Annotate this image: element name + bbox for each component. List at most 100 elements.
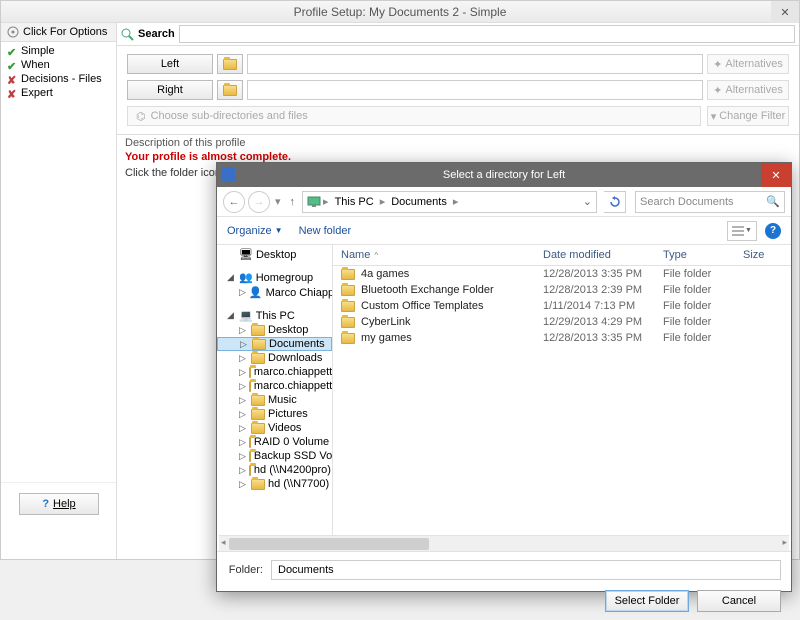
dialog-close-button[interactable]: ✕ (761, 163, 791, 187)
file-row[interactable]: Custom Office Templates1/11/2014 7:13 PM… (333, 298, 791, 314)
view-mode-button[interactable]: ▼ (727, 221, 757, 241)
tree-item[interactable]: ◢💻This PC (217, 308, 332, 323)
tree-item[interactable]: ▷hd (\\N4200pro) ( (217, 463, 332, 477)
file-type: File folder (663, 284, 743, 296)
right-folder-button[interactable] (217, 80, 243, 100)
tree-item[interactable]: ▷Documents (217, 337, 332, 351)
collapse-icon[interactable]: ◢ (227, 272, 236, 283)
tree-item[interactable]: 🖥Desktop (217, 247, 332, 262)
alternatives-icon: ✦ (713, 84, 722, 97)
new-folder-button[interactable]: New folder (299, 225, 352, 237)
refresh-button[interactable] (604, 191, 626, 213)
tree-item[interactable]: ▷marco.chiappetta (217, 379, 332, 393)
column-type[interactable]: Type (663, 249, 743, 261)
expand-icon[interactable]: ▷ (239, 395, 248, 406)
left-alternatives-button[interactable]: ✦Alternatives (707, 54, 789, 74)
right-button[interactable]: Right (127, 80, 213, 100)
select-directory-dialog: Select a directory for Left ✕ ← → ▾ ↑ ▸ … (216, 162, 792, 592)
folder-icon (223, 85, 237, 96)
file-date: 1/11/2014 7:13 PM (543, 300, 663, 312)
column-name[interactable]: Name^ (341, 249, 543, 261)
choose-subdirs-button[interactable]: ⌬ Choose sub-directories and files (127, 106, 701, 126)
left-path-input[interactable] (247, 54, 703, 74)
sidebar-header[interactable]: Click For Options (1, 23, 116, 42)
expand-icon[interactable]: ▷ (239, 353, 248, 364)
help-button[interactable]: ? Help (19, 493, 99, 515)
folder-icon (249, 437, 251, 448)
tree-item[interactable]: ▷Backup SSD Volum (217, 449, 332, 463)
dialog-search-input[interactable]: Search Documents 🔍 (635, 191, 785, 213)
expand-icon[interactable]: ▷ (239, 423, 248, 434)
tree-item[interactable]: ▷👤Marco Chiappetta (217, 285, 332, 300)
expand-icon[interactable]: ▷ (239, 409, 248, 420)
expand-icon[interactable]: ▷ (239, 479, 248, 490)
expand-icon[interactable]: ▷ (240, 339, 249, 350)
file-type: File folder (663, 268, 743, 280)
folder-icon (251, 479, 265, 490)
expand-icon[interactable]: ▷ (239, 437, 246, 448)
tree-item[interactable]: ▷Music (217, 393, 332, 407)
file-date: 12/29/2013 4:29 PM (543, 316, 663, 328)
collapse-icon[interactable]: ◢ (227, 310, 236, 321)
dropdown-history-icon[interactable]: ▾ (273, 195, 283, 208)
folder-tree[interactable]: 🖥Desktop ◢👥Homegroup▷👤Marco Chiappetta ◢💻T… (217, 245, 333, 535)
file-type: File folder (663, 316, 743, 328)
column-date[interactable]: Date modified (543, 249, 663, 261)
tree-item[interactable]: ▷Pictures (217, 407, 332, 421)
file-row[interactable]: 4a games12/28/2013 3:35 PMFile folder (333, 266, 791, 282)
forward-button[interactable]: → (248, 191, 270, 213)
up-button[interactable]: ↑ (286, 196, 300, 208)
file-name: Bluetooth Exchange Folder (361, 284, 494, 296)
tree-item[interactable]: ◢👥Homegroup (217, 270, 332, 285)
select-folder-button[interactable]: Select Folder (605, 590, 689, 612)
left-button[interactable]: Left (127, 54, 213, 74)
change-filter-button[interactable]: ▾ Change Filter (707, 106, 789, 126)
search-icon: 🔍 (766, 195, 780, 208)
scroll-right-icon[interactable]: ▸ (782, 537, 787, 548)
breadcrumb-segment[interactable]: This PC (331, 196, 378, 208)
search-input[interactable] (179, 25, 795, 43)
right-alternatives-button[interactable]: ✦Alternatives (707, 80, 789, 100)
breadcrumb[interactable]: ▸ This PC ▸ Documents ▸ ⌄ (302, 191, 597, 213)
x-icon: ✘ (7, 88, 17, 98)
folder-icon (341, 285, 355, 296)
file-row[interactable]: my games12/28/2013 3:35 PMFile folder (333, 330, 791, 346)
expand-icon[interactable]: ▷ (239, 367, 246, 378)
expand-icon[interactable]: ▷ (239, 325, 248, 336)
expand-icon[interactable]: ▷ (239, 381, 246, 392)
tree-item[interactable]: ▷RAID 0 Volume (C (217, 435, 332, 449)
expand-icon[interactable]: ▷ (239, 287, 246, 298)
main-close-button[interactable]: ✕ (771, 1, 799, 23)
back-button[interactable]: ← (223, 191, 245, 213)
expand-icon[interactable]: ▷ (239, 465, 246, 476)
sidebar-item[interactable]: ✔When (5, 58, 112, 72)
scrollbar-thumb[interactable] (229, 538, 429, 550)
file-row[interactable]: Bluetooth Exchange Folder12/28/2013 2:39… (333, 282, 791, 298)
tree-item[interactable]: ▷hd (\\N7700) (217, 477, 332, 491)
left-folder-button[interactable] (217, 54, 243, 74)
cancel-button[interactable]: Cancel (697, 590, 781, 612)
right-path-input[interactable] (247, 80, 703, 100)
scroll-left-icon[interactable]: ◂ (221, 537, 226, 548)
organize-menu[interactable]: Organize ▼ (227, 225, 283, 237)
tree-item[interactable]: ▷Downloads (217, 351, 332, 365)
dialog-title: Select a directory for Left (443, 169, 565, 181)
alternatives-icon: ✦ (713, 58, 722, 71)
breadcrumb-dropdown-icon[interactable]: ⌄ (583, 195, 592, 208)
file-date: 12/28/2013 3:35 PM (543, 268, 663, 280)
tree-item[interactable]: ▷Desktop (217, 323, 332, 337)
file-row[interactable]: CyberLink12/29/2013 4:29 PMFile folder (333, 314, 791, 330)
tree-item[interactable]: ▷marco.chiappetta (217, 365, 332, 379)
file-type: File folder (663, 300, 743, 312)
horizontal-scrollbar[interactable]: ◂ ▸ (219, 535, 789, 551)
column-size[interactable]: Size (743, 249, 783, 261)
tree-item[interactable]: ▷Videos (217, 421, 332, 435)
expand-icon[interactable]: ▷ (239, 451, 246, 462)
sidebar-item[interactable]: ✔Simple (5, 44, 112, 58)
help-icon[interactable]: ? (765, 223, 781, 239)
folder-input[interactable] (271, 560, 781, 580)
breadcrumb-segment[interactable]: Documents (387, 196, 451, 208)
dialog-titlebar: Select a directory for Left ✕ (217, 163, 791, 187)
sidebar-item[interactable]: ✘Expert (5, 86, 112, 100)
sidebar-item[interactable]: ✘Decisions - Files (5, 72, 112, 86)
